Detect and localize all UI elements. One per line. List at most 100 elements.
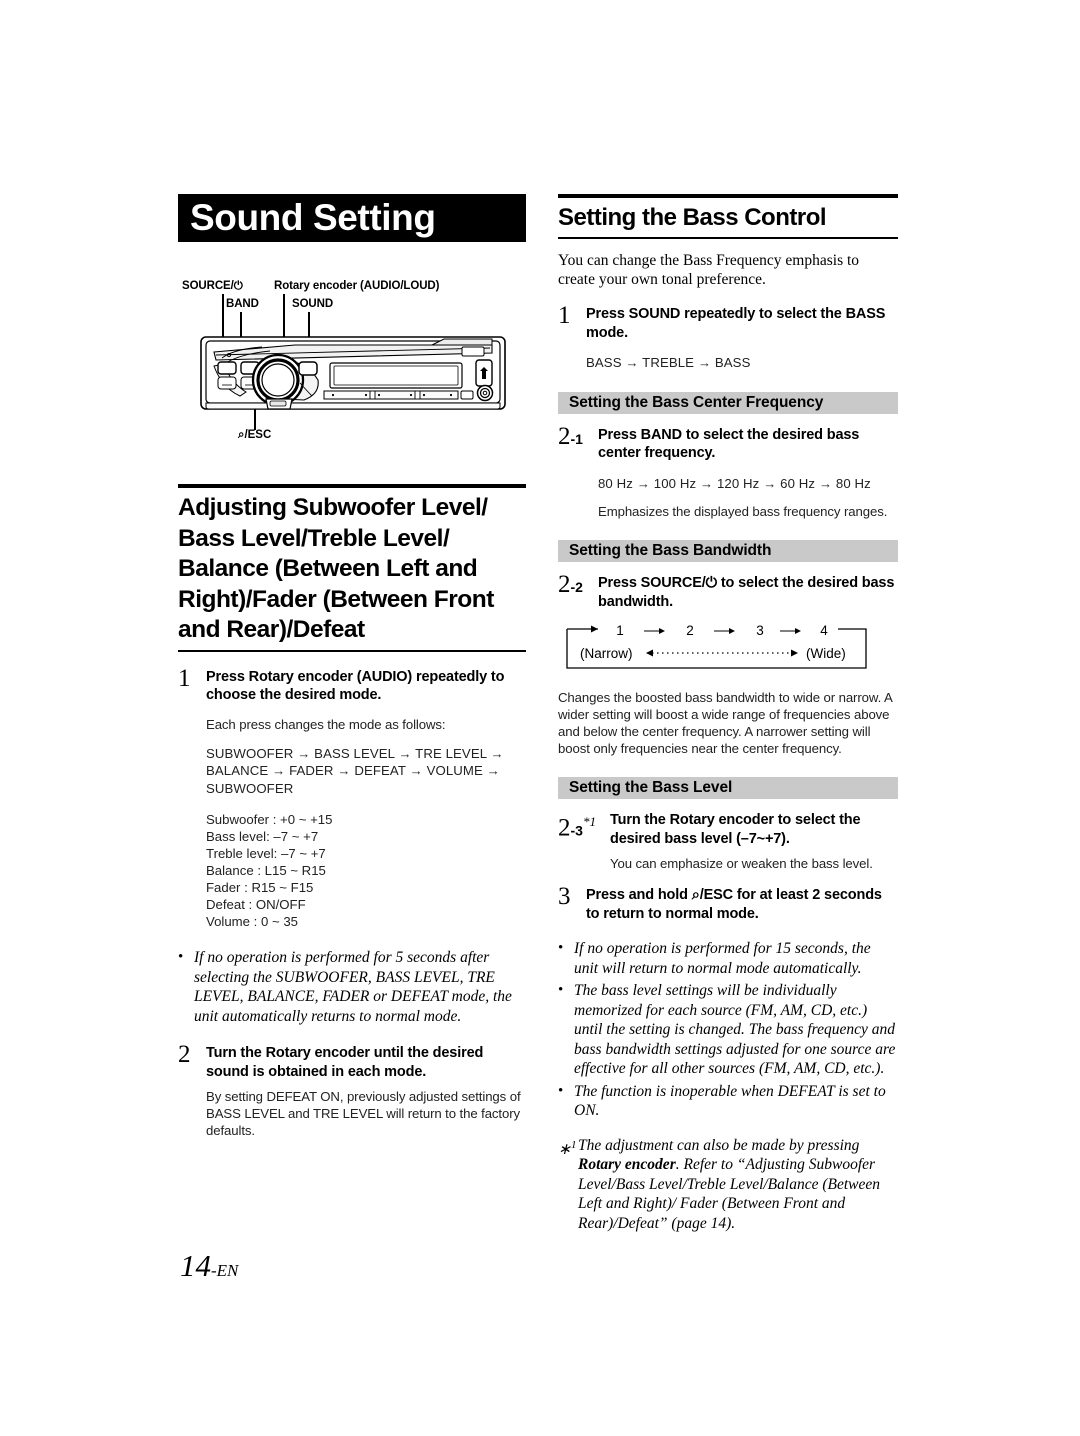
right-section-heading: Setting the Bass Control — [558, 194, 898, 239]
step-body: Press and hold ⌕/ESC for at least 2 seco… — [586, 886, 898, 923]
chapter-title: Sound Setting — [178, 194, 526, 242]
right-footnote: ∗1 The adjustment can also be made by pr… — [558, 1136, 898, 1234]
step-title-pre: Press — [598, 426, 641, 443]
head-unit-illustration: SOURCE/⏻ BAND Rotary encoder (AUDIO/LOUD… — [178, 280, 526, 458]
callout-label-sound: SOUND — [292, 298, 334, 310]
step-title-pre: Press — [598, 575, 641, 591]
step-number: 2-1 — [558, 422, 598, 521]
step-number: 2 — [178, 1041, 191, 1068]
rule-top — [178, 484, 526, 488]
range-line: Fader : R15 ~ F15 — [206, 880, 314, 895]
callout-label-source: SOURCE/⏻ — [182, 280, 243, 292]
step-body: Turn the Rotary encoder to select the de… — [610, 811, 898, 872]
rule-top — [558, 194, 898, 198]
bandwidth-step-3: 3 — [756, 625, 764, 638]
footnote-pre: The adjustment can also be made by press… — [578, 1136, 860, 1154]
range-line: Treble level: –7 ~ +7 — [206, 846, 326, 861]
step-title: Press BAND to select the desired bass ce… — [598, 426, 898, 463]
footnote-marker: *1 — [582, 814, 596, 829]
range-line: Bass level: –7 ~ +7 — [206, 829, 319, 844]
step-number: 1 — [178, 664, 191, 692]
step-title: Press and hold ⌕/ESC for at least 2 seco… — [586, 886, 898, 923]
footnote-text: The adjustment can also be made by press… — [578, 1136, 898, 1234]
step-title-bold: Rotary encoder — [265, 1045, 370, 1061]
bandwidth-diagram-svg: 1 2 3 4 (Narrow) (Wide) — [566, 623, 867, 669]
range-line: Subwoofer : +0 ~ +15 — [206, 812, 333, 827]
step-body: Turn the Rotary encoder until the desire… — [206, 1044, 526, 1139]
bullet-icon: • — [178, 949, 184, 965]
right-section-title: Setting the Bass Control — [558, 204, 827, 231]
step-title-bold: BAND — [640, 426, 682, 443]
page-number: 14-EN — [180, 1248, 238, 1284]
left-column: Sound Setting SOURCE/⏻ BAND Rotary encod… — [178, 194, 526, 1139]
step-number-sub: -1 — [570, 430, 583, 447]
step-title: Press SOURCE/⏻ to select the desired bas… — [598, 574, 898, 611]
bullet-icon: • — [558, 982, 564, 998]
step-title-pre: Press — [586, 306, 629, 322]
step-title-bold: SOUND — [628, 306, 681, 322]
bandwidth-cycle-diagram: 1 2 3 4 (Narrow) (Wide) — [566, 623, 888, 669]
page-number-value: 14 — [180, 1248, 211, 1283]
note-text: The function is inoperable when DEFEAT i… — [574, 1082, 886, 1120]
bandwidth-narrow-label: (Narrow) — [580, 646, 633, 661]
range-line: Defeat : ON/OFF — [206, 897, 306, 912]
step-title: Press SOUND repeatedly to select the BAS… — [586, 305, 898, 342]
step1-intro: Each press changes the mode as follows: — [206, 716, 446, 732]
step-body: Press Rotary encoder (AUDIO) repeatedly … — [206, 668, 526, 931]
footnote-bold: Rotary encoder — [578, 1156, 676, 1173]
note-text: If no operation is performed for 15 seco… — [574, 940, 871, 977]
step-title-pre: Press and hold — [586, 887, 692, 903]
bandwidth-step-1: 1 — [616, 625, 624, 638]
left-step-1: 1 Press Rotary encoder (AUDIO) repeatedl… — [178, 664, 526, 931]
subsection-bar-center-frequency: Setting the Bass Center Frequency — [558, 391, 898, 414]
step-number: 3 — [558, 883, 571, 910]
bandwidth-wide-label: (Wide) — [806, 646, 846, 661]
bandwidth-description: Changes the boosted bass bandwidth to wi… — [558, 690, 892, 756]
left-step-2: 2 Turn the Rotary encoder until the desi… — [178, 1041, 526, 1139]
step-title-bold: Rotary encoder (AUDIO) — [248, 668, 413, 685]
footnote-marker: ∗1 — [558, 1138, 577, 1158]
right-step-3: 3 Press and hold ⌕/ESC for at least 2 se… — [558, 883, 898, 923]
right-step-2-1: 2-1 Press BAND to select the desired bas… — [558, 422, 898, 521]
bandwidth-step-2: 2 — [686, 625, 694, 638]
subsection-bar-bass-level: Setting the Bass Level — [558, 777, 898, 799]
note-text: If no operation is performed for 5 secon… — [194, 949, 512, 1025]
right-step-2-3: 2-3*1 Turn the Rotary encoder to select … — [558, 811, 898, 872]
step2-body: By setting DEFEAT ON, previously adjuste… — [206, 1089, 521, 1138]
note-item: • The function is inoperable when DEFEAT… — [558, 1082, 898, 1121]
note-item: • If no operation is performed for 15 se… — [558, 939, 898, 978]
step-number-sub: -2 — [570, 579, 583, 595]
step1-range-list: Subwoofer : +0 ~ +15 Bass level: –7 ~ +7… — [206, 811, 526, 930]
rule-bottom — [558, 237, 898, 239]
step-number: 2-2 — [558, 571, 598, 611]
range-line: Balance : L15 ~ R15 — [206, 863, 326, 878]
step1-mode-flow: SUBWOOFER → BASS LEVEL → TRE LEVEL → BAL… — [206, 745, 504, 796]
step-title-pre: Turn the — [610, 812, 670, 828]
note-text: The bass level settings will be individu… — [574, 982, 896, 1077]
right-step-2-2: 2-2 Press SOURCE/⏻ to select the desired… — [558, 571, 898, 611]
step-number-main: 2 — [558, 571, 571, 598]
step-number-main: 2 — [558, 422, 571, 450]
step-number-sub: -3 — [570, 822, 583, 839]
left-section-heading: Adjusting Subwoofer Level/ Bass Level/Tr… — [178, 484, 526, 652]
right-step-1: 1 Press SOUND repeatedly to select the B… — [558, 303, 898, 372]
step-title-bold: ⌕/ESC — [691, 887, 733, 903]
step-number-main: 2 — [558, 814, 571, 842]
right-intro: You can change the Bass Frequency emphas… — [558, 252, 860, 288]
center-frequency-flow: 80 Hz → 100 Hz → 120 Hz → 60 Hz → 80 Hz — [598, 475, 871, 491]
right-notes-list: • If no operation is performed for 15 se… — [558, 939, 898, 1121]
callout-label-band: BAND — [226, 298, 259, 310]
left-note: • If no operation is performed for 5 sec… — [178, 948, 526, 1026]
callout-label-rotary: Rotary encoder (AUDIO/LOUD) — [274, 280, 440, 292]
step-body: Press BAND to select the desired bass ce… — [598, 426, 898, 521]
car-stereo-face-svg — [200, 336, 506, 410]
step-title: Press Rotary encoder (AUDIO) repeatedly … — [206, 668, 526, 705]
step-title: Turn the Rotary encoder until the desire… — [206, 1044, 526, 1081]
range-line: Volume : 0 ~ 35 — [206, 914, 299, 929]
bandwidth-step-4: 4 — [820, 625, 828, 638]
bullet-icon: • — [558, 1082, 564, 1099]
manual-page: Sound Setting SOURCE/⏻ BAND Rotary encod… — [0, 0, 1080, 1436]
page-number-suffix: -EN — [211, 1261, 239, 1280]
step-title-bold: SOURCE/⏻ — [640, 575, 717, 591]
step-title-pre: Press — [206, 668, 249, 685]
